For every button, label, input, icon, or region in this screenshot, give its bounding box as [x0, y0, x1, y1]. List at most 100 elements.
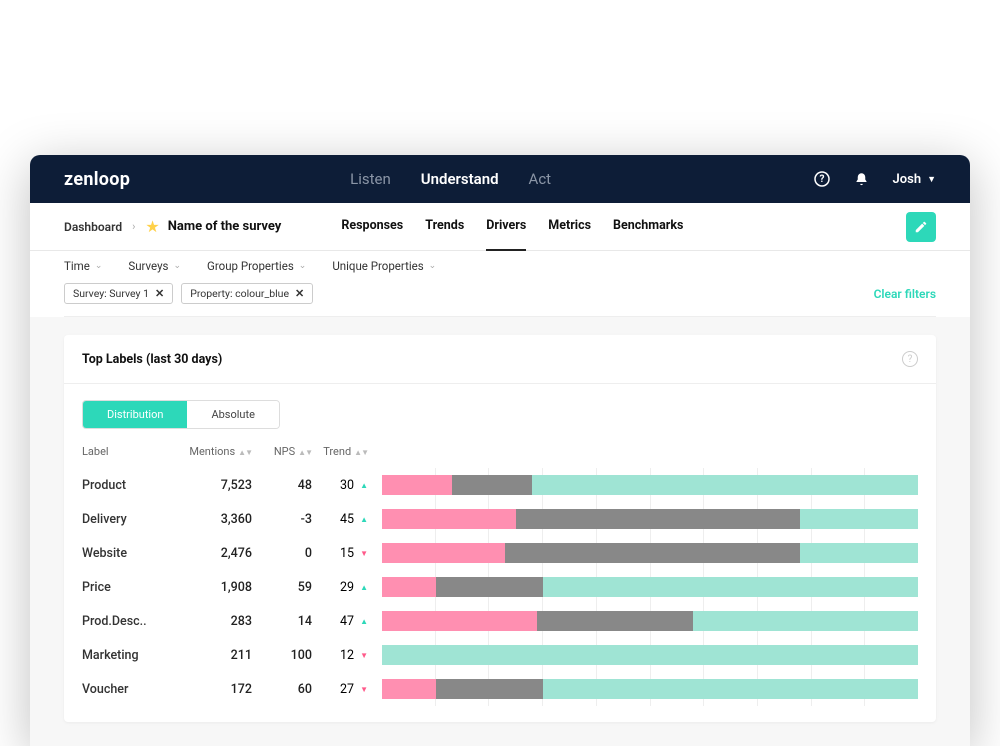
tab-benchmarks[interactable]: Benchmarks [613, 203, 683, 251]
distribution-bar[interactable] [382, 679, 918, 699]
label-cell[interactable]: Marketing [82, 648, 172, 663]
trend-down-icon: ▼ [360, 549, 368, 558]
card-title: Top Labels (last 30 days) [82, 352, 222, 367]
filter-chip-property[interactable]: Property: colour_blue✕ [181, 283, 313, 304]
table-row: Prod.Desc..2831447▲ [82, 604, 918, 638]
nav-listen[interactable]: Listen [350, 155, 391, 203]
nps-cell: 59 [252, 580, 312, 595]
table-header: Label Mentions▲▼ NPS▲▼ Trend▲▼ [82, 439, 918, 468]
bar-detractors [382, 543, 505, 563]
edit-button[interactable] [906, 212, 936, 242]
tab-drivers[interactable]: Drivers [486, 203, 526, 251]
table-row: Website2,476015▼ [82, 536, 918, 570]
user-menu[interactable]: Josh ▼ [893, 172, 936, 187]
trend-up-icon: ▲ [360, 583, 368, 592]
bar-promoters [382, 645, 918, 665]
col-header-chart [382, 445, 918, 458]
trend-down-icon: ▼ [360, 685, 368, 694]
toggle-absolute[interactable]: Absolute [187, 401, 278, 428]
help-icon[interactable]: ? [813, 170, 831, 188]
col-header-trend[interactable]: Trend▲▼ [312, 445, 382, 458]
table-body: Product7,5234830▲Delivery3,360-345▲Websi… [82, 468, 918, 706]
mentions-cell: 172 [172, 682, 252, 697]
tab-responses[interactable]: Responses [341, 203, 403, 251]
bar-promoters [800, 509, 918, 529]
trend-up-icon: ▲ [360, 515, 368, 524]
label-cell[interactable]: Price [82, 580, 172, 595]
distribution-bar[interactable] [382, 509, 918, 529]
card-body: Distribution Absolute Label Mentions▲▼ N… [64, 384, 936, 722]
distribution-bar[interactable] [382, 543, 918, 563]
nps-cell: 48 [252, 478, 312, 493]
trend-cell: 45▲ [312, 512, 382, 527]
mentions-cell: 3,360 [172, 512, 252, 527]
card-header: Top Labels (last 30 days) ? [64, 335, 936, 384]
bar-passives [452, 475, 532, 495]
bar-promoters [543, 577, 918, 597]
star-icon[interactable]: ★ [145, 217, 159, 236]
col-header-mentions[interactable]: Mentions▲▼ [172, 445, 252, 458]
table-row: Delivery3,360-345▲ [82, 502, 918, 536]
bar-promoters [543, 679, 918, 699]
bar-detractors [382, 577, 436, 597]
chevron-down-icon: ⌄ [173, 261, 181, 271]
label-cell[interactable]: Delivery [82, 512, 172, 527]
bar-promoters [800, 543, 918, 563]
app-window: zenloop Listen Understand Act ? Josh ▼ D… [30, 155, 970, 746]
content-area: Top Labels (last 30 days) ? Distribution… [30, 317, 970, 746]
label-cell[interactable]: Product [82, 478, 172, 493]
main-nav: Listen Understand Act [350, 155, 551, 203]
chevron-down-icon: ⌄ [429, 261, 437, 271]
trend-cell: 15▼ [312, 546, 382, 561]
clear-filters-link[interactable]: Clear filters [874, 287, 936, 301]
filter-group-properties[interactable]: Group Properties⌄ [207, 259, 306, 273]
filter-time[interactable]: Time⌄ [64, 259, 102, 273]
table-row: Marketing21110012▼ [82, 638, 918, 672]
info-icon[interactable]: ? [902, 351, 918, 367]
trend-cell: 27▼ [312, 682, 382, 697]
filter-surveys[interactable]: Surveys⌄ [128, 259, 181, 273]
table-row: Price1,9085929▲ [82, 570, 918, 604]
distribution-bar[interactable] [382, 611, 918, 631]
sort-icon: ▲▼ [298, 448, 312, 457]
top-labels-card: Top Labels (last 30 days) ? Distribution… [64, 335, 936, 722]
col-header-label[interactable]: Label [82, 445, 172, 458]
nps-cell: -3 [252, 512, 312, 527]
col-header-nps[interactable]: NPS▲▼ [252, 445, 312, 458]
svg-text:?: ? [819, 174, 824, 185]
tab-trends[interactable]: Trends [425, 203, 464, 251]
close-icon[interactable]: ✕ [155, 287, 164, 300]
label-cell[interactable]: Voucher [82, 682, 172, 697]
label-cell[interactable]: Website [82, 546, 172, 561]
mentions-cell: 1,908 [172, 580, 252, 595]
trend-down-icon: ▼ [360, 651, 368, 660]
nav-act[interactable]: Act [529, 155, 552, 203]
filter-dropdowns: Time⌄ Surveys⌄ Group Properties⌄ Unique … [64, 259, 936, 273]
brand-logo: zenloop [64, 169, 130, 190]
close-icon[interactable]: ✕ [295, 287, 304, 300]
chevron-down-icon: ⌄ [95, 261, 103, 271]
filter-bar: Time⌄ Surveys⌄ Group Properties⌄ Unique … [30, 251, 970, 317]
distribution-bar[interactable] [382, 475, 918, 495]
distribution-bar[interactable] [382, 645, 918, 665]
sort-icon: ▲▼ [354, 448, 368, 457]
label-cell[interactable]: Prod.Desc.. [82, 614, 172, 629]
distribution-bar[interactable] [382, 577, 918, 597]
mentions-cell: 7,523 [172, 478, 252, 493]
tab-metrics[interactable]: Metrics [548, 203, 591, 251]
filter-unique-properties[interactable]: Unique Properties⌄ [332, 259, 436, 273]
bar-detractors [382, 475, 452, 495]
trend-cell: 12▼ [312, 648, 382, 663]
trend-up-icon: ▲ [360, 481, 368, 490]
nps-cell: 0 [252, 546, 312, 561]
breadcrumb-root[interactable]: Dashboard [64, 220, 122, 234]
bar-detractors [382, 611, 537, 631]
nav-understand[interactable]: Understand [421, 155, 499, 203]
user-name: Josh [893, 172, 922, 187]
bell-icon[interactable] [853, 170, 871, 188]
view-toggle: Distribution Absolute [82, 400, 280, 429]
nps-cell: 14 [252, 614, 312, 629]
trend-cell: 47▲ [312, 614, 382, 629]
filter-chip-survey[interactable]: Survey: Survey 1✕ [64, 283, 173, 304]
toggle-distribution[interactable]: Distribution [83, 401, 187, 428]
